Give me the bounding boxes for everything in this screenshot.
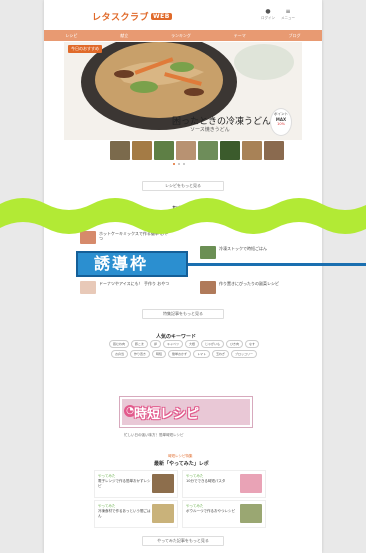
guide-frame-label: 誘導枠	[76, 251, 188, 277]
carousel-thumb[interactable]	[154, 141, 174, 160]
list-item[interactable]: ドーナツやアイスにも！ 手作り おやつ	[80, 281, 171, 294]
jitan-section-label: 時短レシピ特集	[168, 454, 193, 458]
keyword-pill[interactable]: 簡単おかず	[167, 350, 191, 358]
report-card[interactable]: やってみた 10分でできる時短パスタ	[182, 470, 266, 498]
nav-item-ranking[interactable]: ランキング	[171, 33, 191, 39]
torn-edge-divider	[0, 198, 366, 234]
user-icon-label: ログイン	[261, 16, 275, 20]
jitan-banner-text: 時短レシピ	[134, 407, 200, 422]
keyword-list: 鶏むね肉 豚こま 卵 キャベツ 大根 じゃがいも ひき肉 なす お弁当 作り置き…	[104, 340, 264, 358]
carousel-dots	[173, 163, 185, 165]
carousel-dot[interactable]	[183, 163, 185, 165]
keyword-pill[interactable]: ひき肉	[226, 340, 244, 348]
article-thumb	[200, 246, 216, 259]
logo-badge: WEB	[151, 13, 172, 20]
article-text: ドーナツやアイスにも！ 手作り おやつ	[99, 281, 170, 286]
menu-icon-label: メニュー	[281, 16, 295, 20]
keyword-pill[interactable]: トマト	[193, 350, 211, 358]
hero-banner[interactable]: 今日のおすすめ 困ったときの冷凍うどん ソース焼きうどん ポイント MAX 10…	[64, 42, 302, 140]
carousel-thumb[interactable]	[264, 141, 284, 160]
card-text: 電子レンジで作る簡単おかずレシピ	[98, 479, 151, 488]
hero-subtitle: ソース焼きうどん	[190, 127, 230, 133]
menu-icon[interactable]: ≡ メニュー	[280, 9, 296, 21]
hero-sticker: 今日のおすすめ	[68, 45, 102, 53]
keyword-pill[interactable]: ブロッコリー	[231, 350, 258, 358]
jitan-caption: 忙しい日の強い味方！簡単時短レシピ	[124, 433, 184, 437]
list-item[interactable]: 冷凍ストックで時短ごはん	[200, 246, 291, 259]
keyword-pill[interactable]: 鶏むね肉	[108, 340, 129, 348]
top-bar: レタスクラブ WEB ● ログイン ≡ メニュー	[44, 0, 322, 30]
article-text: 作り置きにぴったりの副菜レシピ	[219, 281, 279, 286]
keyword-pill[interactable]: 時短	[151, 350, 166, 358]
carousel-thumb[interactable]	[132, 141, 152, 160]
nav-item-blog[interactable]: ブログ	[289, 33, 301, 39]
more-recipes-button[interactable]: レシピをもっと見る	[142, 181, 224, 191]
more-articles-button[interactable]: 特集記事をもっと見る	[142, 309, 224, 319]
list-item[interactable]: 作り置きにぴったりの副菜レシピ	[200, 281, 291, 294]
article-text: 冷凍ストックで時短ごはん	[219, 246, 267, 251]
report-card[interactable]: やってみた ボウル一つで作るおやつレシピ	[182, 500, 266, 528]
keyword-pill[interactable]: じゃがいも	[201, 340, 225, 348]
keyword-pill[interactable]: 豚こま	[130, 340, 148, 348]
card-image	[152, 474, 174, 493]
jitan-recipe-banner[interactable]: ◔ 時短レシピ	[120, 397, 252, 427]
main-nav: レシピ 献立 ランキング テーマ ブログ	[44, 30, 322, 41]
card-image	[152, 504, 174, 523]
card-text: 冷凍食材で作るあっという間ごはん	[98, 509, 151, 518]
card-text: 10分でできる時短パスタ	[186, 479, 226, 483]
article-thumb	[200, 281, 216, 294]
card-image	[240, 474, 262, 493]
keyword-pill[interactable]: 卵	[149, 340, 161, 348]
carousel-thumb[interactable]	[242, 141, 262, 160]
card-text: ボウル一つで作るおやつレシピ	[186, 509, 235, 513]
jitan-section-title: 最新「やってみた」レポ	[154, 461, 209, 467]
carousel-dot[interactable]	[173, 163, 175, 165]
nav-item-theme[interactable]: テーマ	[234, 33, 246, 39]
report-card[interactable]: やってみた 冷凍食材で作るあっという間ごはん	[94, 500, 178, 528]
carousel-thumb[interactable]	[176, 141, 196, 160]
carousel-thumb[interactable]	[198, 141, 218, 160]
nav-item-recipe[interactable]: レシピ	[65, 33, 77, 39]
more-jitan-button[interactable]: やってみた記事をもっと見る	[142, 536, 224, 546]
logo-text: レタスクラブ	[92, 13, 150, 23]
article-thumb	[80, 281, 96, 294]
keyword-pill[interactable]: お弁当	[110, 350, 128, 358]
carousel-dot[interactable]	[178, 163, 180, 165]
keyword-pill[interactable]: なす	[245, 340, 260, 348]
guide-connector-line	[188, 263, 366, 266]
site-logo[interactable]: レタスクラブ WEB	[92, 10, 172, 23]
promo-line-3: 10%	[277, 122, 285, 126]
keyword-pill[interactable]: キャベツ	[162, 340, 183, 348]
thumbnail-carousel	[110, 141, 284, 160]
keywords-title: 人気のキーワード	[156, 334, 197, 340]
user-icon[interactable]: ● ログイン	[260, 9, 276, 21]
card-image	[240, 504, 262, 523]
keyword-pill[interactable]: 作り置き	[129, 350, 150, 358]
promo-badge[interactable]: ポイント MAX 10%	[270, 108, 292, 136]
keyword-pill[interactable]: 玉ねぎ	[212, 350, 230, 358]
carousel-thumb[interactable]	[220, 141, 240, 160]
carousel-thumb[interactable]	[110, 141, 130, 160]
report-card[interactable]: やってみた 電子レンジで作る簡単おかずレシピ	[94, 470, 178, 498]
keyword-pill[interactable]: 大根	[185, 340, 200, 348]
nav-item-menu[interactable]: 献立	[120, 33, 128, 39]
